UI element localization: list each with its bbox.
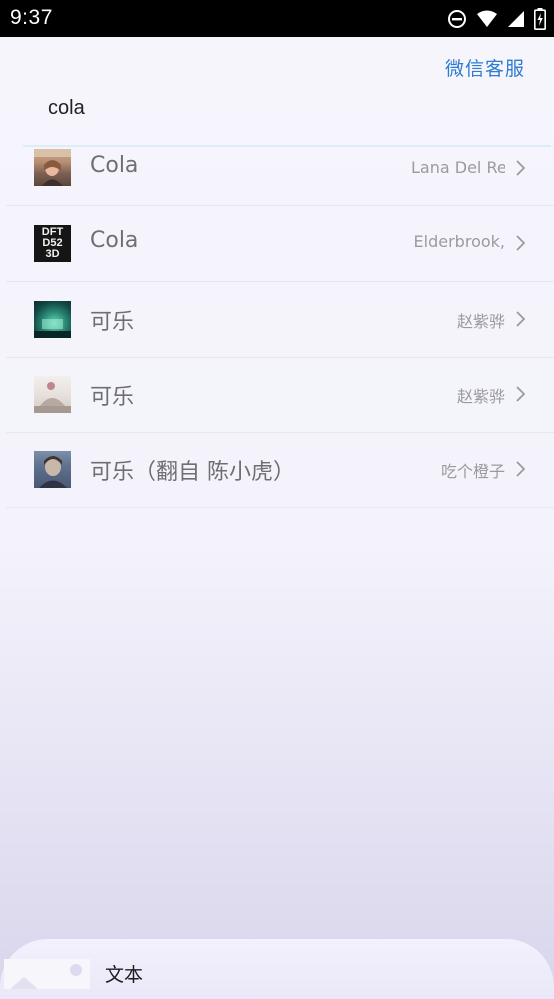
- search-query-text: cola: [48, 97, 85, 119]
- do-not-disturb-icon: [447, 9, 467, 29]
- album-art-text: DFT D52 3D: [41, 226, 64, 260]
- song-title: Cola: [90, 228, 139, 253]
- chevron-right-icon: [516, 311, 526, 331]
- chevron-right-icon: [516, 386, 526, 406]
- song-row[interactable]: 可乐 赵紫骅: [6, 282, 554, 358]
- album-cover-green: [34, 301, 71, 338]
- song-title: 可乐: [90, 385, 135, 410]
- chevron-right-icon: [516, 235, 526, 255]
- signal-icon: [507, 10, 525, 28]
- artist-name: 吃个橙子: [440, 462, 505, 481]
- wechat-service-link[interactable]: 微信客服: [445, 54, 525, 81]
- status-icons: [447, 8, 546, 30]
- album-cover-lana: [34, 149, 71, 186]
- chevron-right-icon: [516, 461, 526, 481]
- song-row[interactable]: DFT D52 3D Cola Elderbrook,: [6, 206, 554, 282]
- artist-name: 赵紫骅: [456, 312, 505, 331]
- artist-name: Lana Del Re: [411, 158, 505, 177]
- song-row[interactable]: 可乐 赵紫骅: [6, 357, 554, 433]
- song-title: 可乐（翻自 陈小虎）: [90, 460, 295, 485]
- wifi-icon: [476, 10, 498, 28]
- status-bar: 9:37: [0, 0, 554, 37]
- song-title: Cola: [90, 153, 139, 178]
- song-row[interactable]: 可乐（翻自 陈小虎） 吃个橙子: [6, 432, 554, 508]
- sheet-label: 文本: [105, 964, 144, 986]
- album-cover-light: [34, 376, 71, 413]
- song-title: 可乐: [90, 310, 135, 335]
- song-row[interactable]: Cola Lana Del Re: [6, 131, 554, 206]
- artist-name: 赵紫骅: [456, 387, 505, 406]
- bottom-sheet[interactable]: 文本: [0, 939, 554, 999]
- battery-charging-icon: [534, 8, 546, 30]
- status-time: 9:37: [10, 6, 53, 29]
- artist-name: Elderbrook,: [413, 232, 505, 251]
- sheet-dot-icon: [70, 964, 82, 976]
- chevron-right-icon: [516, 160, 526, 180]
- album-cover-blue: [34, 451, 71, 488]
- album-cover-daft: DFT D52 3D: [34, 225, 71, 262]
